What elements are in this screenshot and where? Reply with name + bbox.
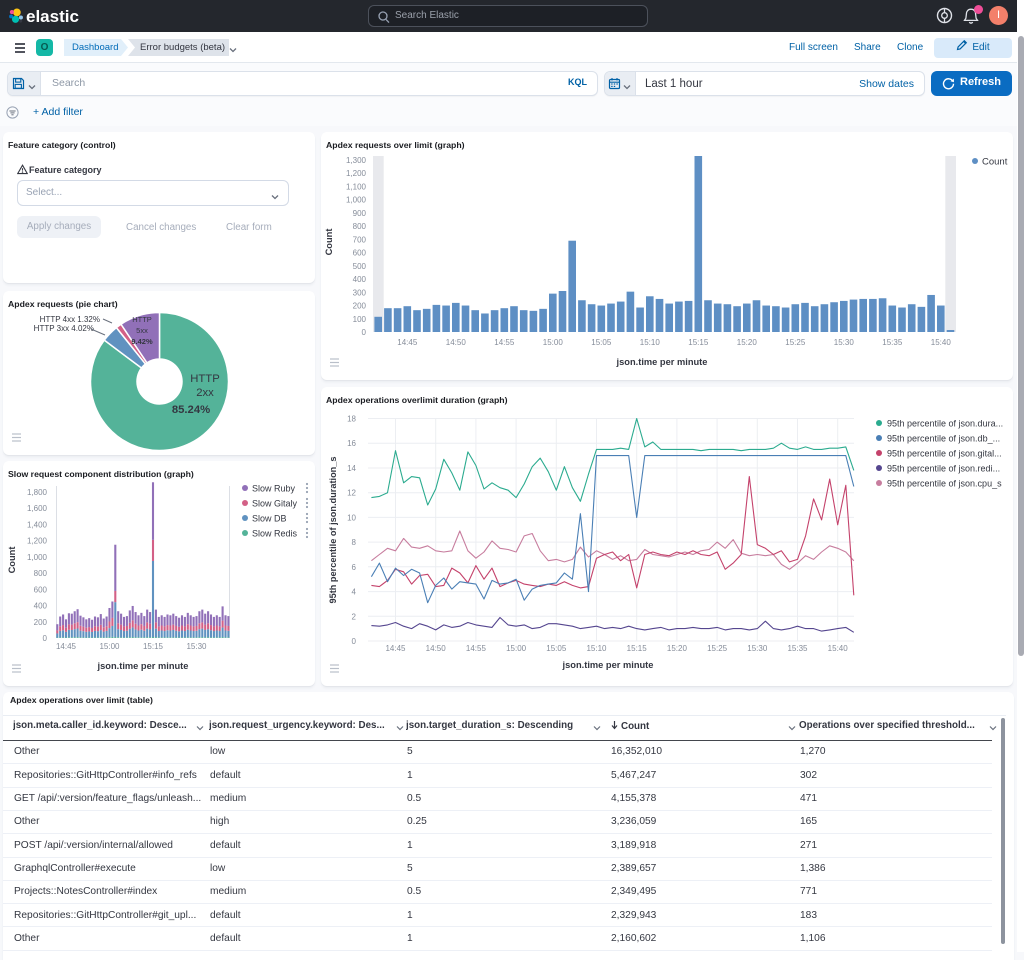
svg-text:15:25: 15:25 — [707, 644, 728, 653]
svg-text:14:55: 14:55 — [494, 338, 515, 347]
svg-text:14:50: 14:50 — [426, 644, 447, 653]
svg-text:15:25: 15:25 — [785, 338, 806, 347]
svg-text:600: 600 — [34, 585, 48, 594]
svg-text:95th percentile of json.cpu_s: 95th percentile of json.cpu_s — [887, 479, 1002, 489]
svg-text:Count: Count — [324, 229, 334, 256]
svg-text:15:20: 15:20 — [667, 644, 688, 653]
svg-text:1,000: 1,000 — [346, 196, 367, 205]
svg-text:400: 400 — [34, 602, 48, 611]
svg-text:HTTP 3xx 4.02%: HTTP 3xx 4.02% — [34, 324, 94, 333]
svg-text:10: 10 — [347, 513, 356, 522]
svg-text:1,200: 1,200 — [346, 169, 367, 178]
svg-text:14:45: 14:45 — [385, 644, 406, 653]
svg-text:100: 100 — [353, 315, 367, 324]
svg-text:15:05: 15:05 — [591, 338, 612, 347]
svg-text:600: 600 — [353, 249, 367, 258]
svg-text:85.24%: 85.24% — [172, 404, 210, 416]
svg-text:Slow Gitaly: Slow Gitaly — [252, 499, 298, 509]
svg-text:15:20: 15:20 — [737, 338, 758, 347]
svg-text:15:00: 15:00 — [543, 338, 564, 347]
svg-text:json.time per minute: json.time per minute — [562, 660, 654, 670]
svg-text:14:45: 14:45 — [56, 642, 77, 651]
svg-text:6: 6 — [352, 563, 357, 572]
svg-text:14:55: 14:55 — [466, 644, 487, 653]
svg-text:900: 900 — [353, 209, 367, 218]
svg-text:300: 300 — [353, 288, 367, 297]
svg-text:2xx: 2xx — [196, 387, 214, 399]
svg-text:200: 200 — [353, 302, 367, 311]
svg-text:0: 0 — [352, 637, 357, 646]
svg-text:12: 12 — [347, 489, 356, 498]
svg-text:15:10: 15:10 — [586, 644, 607, 653]
svg-text:14:45: 14:45 — [397, 338, 418, 347]
svg-text:HTTP: HTTP — [190, 373, 220, 385]
svg-text:15:15: 15:15 — [143, 642, 164, 651]
svg-text:1,600: 1,600 — [27, 504, 48, 513]
svg-text:95th percentile of json.db_...: 95th percentile of json.db_... — [887, 434, 1000, 444]
svg-text:700: 700 — [353, 235, 367, 244]
svg-text:15:30: 15:30 — [747, 644, 768, 653]
svg-text:1,100: 1,100 — [346, 183, 367, 192]
svg-text:9.42%: 9.42% — [131, 337, 153, 346]
svg-text:15:40: 15:40 — [828, 644, 849, 653]
svg-text:95th percentile of json.dura..: 95th percentile of json.dura... — [887, 419, 1003, 429]
svg-text:15:00: 15:00 — [99, 642, 120, 651]
svg-text:1,200: 1,200 — [27, 537, 48, 546]
svg-text:15:35: 15:35 — [882, 338, 903, 347]
svg-text:5xx: 5xx — [136, 326, 148, 335]
svg-text:json.time per minute: json.time per minute — [616, 357, 708, 367]
svg-text:15:00: 15:00 — [506, 644, 527, 653]
svg-text:2: 2 — [352, 612, 357, 621]
svg-text:0: 0 — [362, 328, 367, 337]
svg-text:HTTP 4xx 1.32%: HTTP 4xx 1.32% — [40, 315, 100, 324]
svg-text:200: 200 — [34, 618, 48, 627]
svg-text:15:30: 15:30 — [186, 642, 207, 651]
svg-text:HTTP: HTTP — [132, 315, 152, 324]
svg-text:0: 0 — [43, 634, 48, 643]
svg-text:1,400: 1,400 — [27, 520, 48, 529]
svg-text:15:40: 15:40 — [931, 338, 952, 347]
svg-text:14: 14 — [347, 464, 356, 473]
svg-text:Count: Count — [8, 547, 17, 574]
svg-text:95th percentile of json.redi..: 95th percentile of json.redi... — [887, 464, 1000, 474]
svg-text:1,000: 1,000 — [27, 553, 48, 562]
svg-text:15:30: 15:30 — [834, 338, 855, 347]
svg-text:1,800: 1,800 — [27, 488, 48, 497]
svg-text:800: 800 — [353, 222, 367, 231]
svg-text:15:35: 15:35 — [787, 644, 808, 653]
svg-text:15:15: 15:15 — [688, 338, 709, 347]
svg-text:4: 4 — [352, 588, 357, 597]
svg-text:400: 400 — [353, 275, 367, 284]
svg-text:Slow Redis: Slow Redis — [252, 529, 298, 539]
svg-text:18: 18 — [347, 415, 356, 424]
svg-text:500: 500 — [353, 262, 367, 271]
svg-text:14:50: 14:50 — [446, 338, 467, 347]
svg-text:16: 16 — [347, 439, 356, 448]
svg-text:15:10: 15:10 — [640, 338, 661, 347]
svg-text:95th percentile of json.durati: 95th percentile of json.duration_s — [328, 456, 338, 603]
svg-text:json.time per minute: json.time per minute — [97, 661, 189, 671]
svg-text:Count: Count — [982, 157, 1008, 168]
svg-text:95th percentile of json.gital.: 95th percentile of json.gital... — [887, 449, 1002, 459]
svg-text:Slow Ruby: Slow Ruby — [252, 484, 296, 494]
svg-text:15:15: 15:15 — [627, 644, 648, 653]
svg-text:8: 8 — [352, 538, 357, 547]
svg-text:800: 800 — [34, 569, 48, 578]
svg-text:Slow DB: Slow DB — [252, 514, 287, 524]
svg-text:15:05: 15:05 — [546, 644, 567, 653]
svg-text:1,300: 1,300 — [346, 156, 367, 165]
